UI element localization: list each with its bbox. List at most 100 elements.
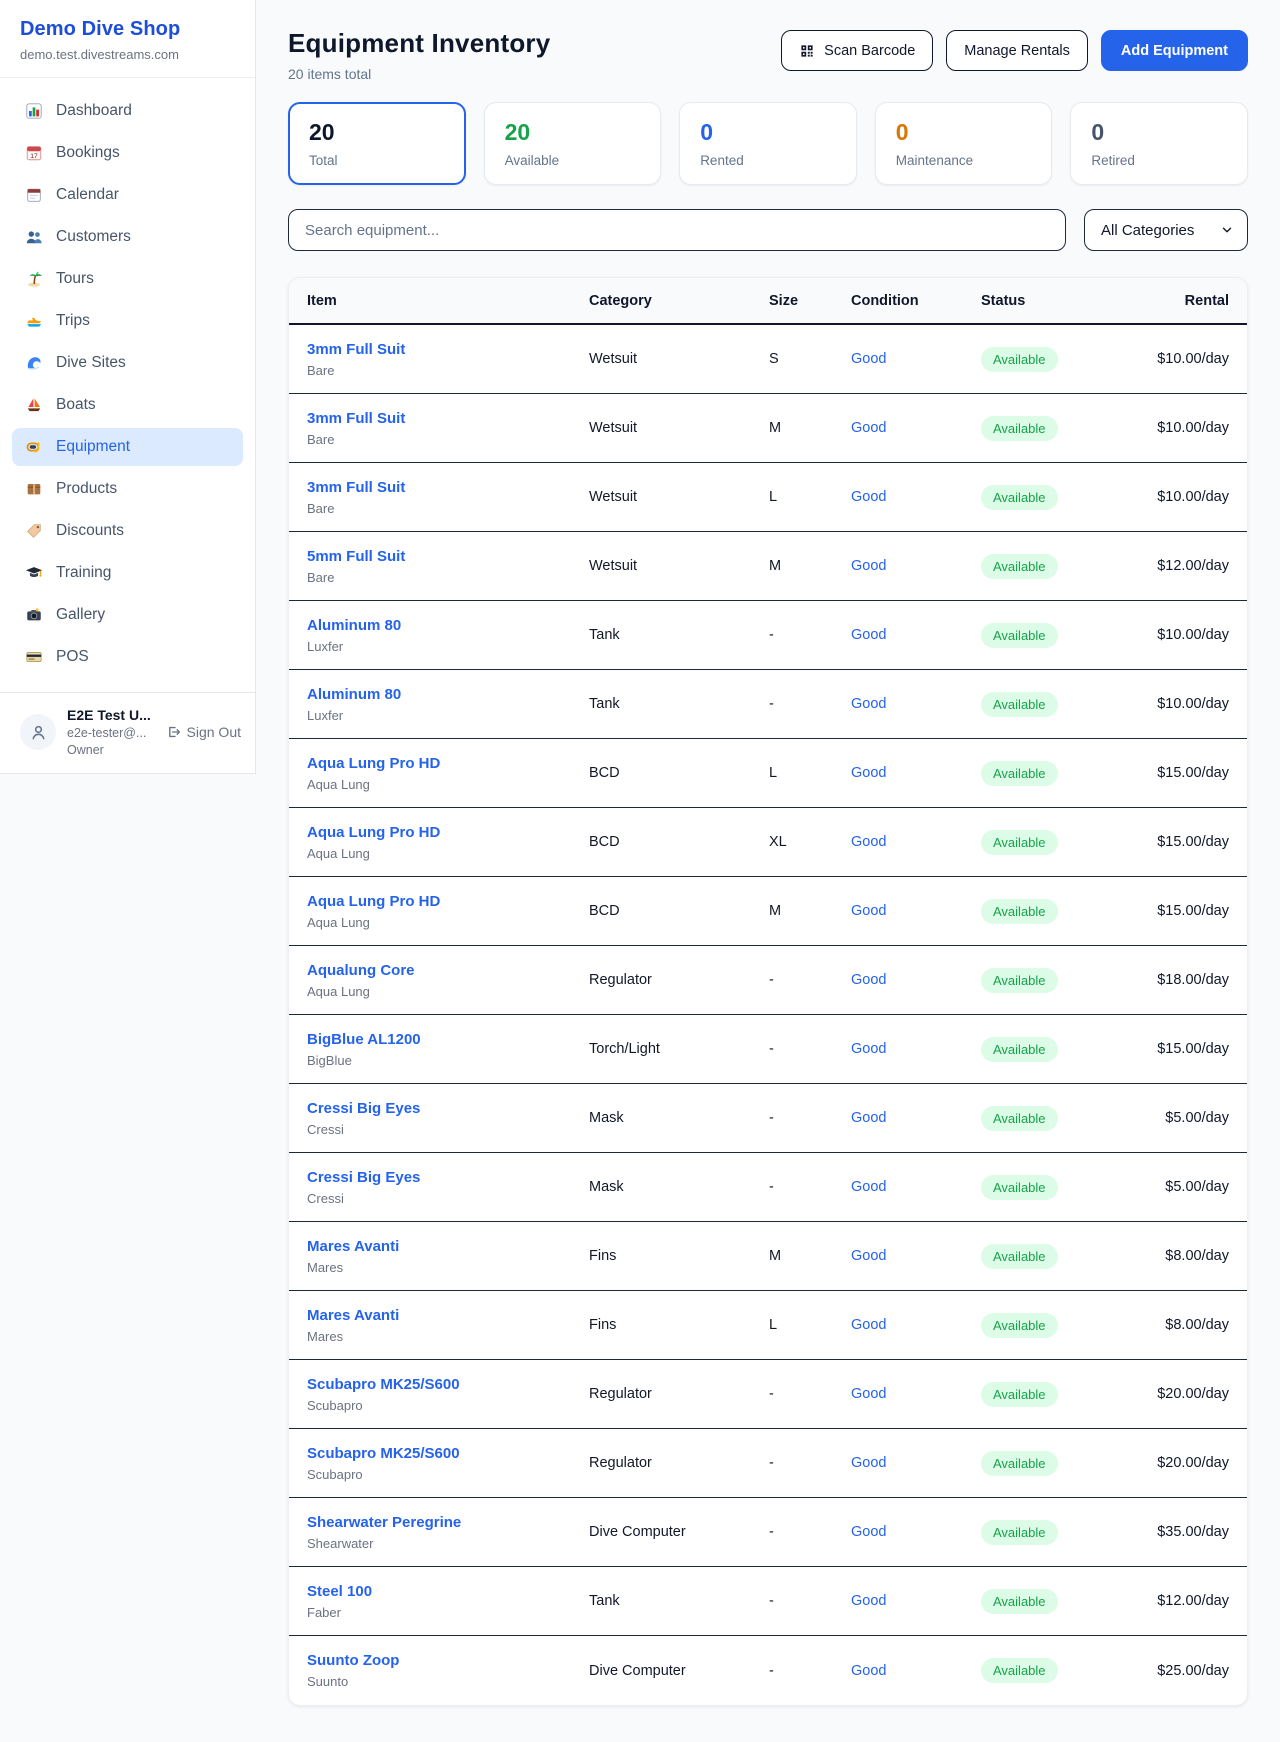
condition-link[interactable]: Good (851, 1593, 981, 1609)
condition-link[interactable]: Good (851, 834, 981, 850)
condition-link[interactable]: Good (851, 765, 981, 781)
condition-link[interactable]: Good (851, 696, 981, 712)
condition-link[interactable]: Good (851, 1317, 981, 1333)
equipment-name-link[interactable]: Aluminum 80 (307, 617, 589, 634)
item-cell: Cressi Big Eyes Cressi (307, 1169, 589, 1206)
sidebar-item-calendar[interactable]: Calendar (12, 176, 243, 214)
condition-link[interactable]: Good (851, 351, 981, 367)
sidebar-item-boats[interactable]: Boats (12, 386, 243, 424)
condition-link[interactable]: Good (851, 1110, 981, 1126)
equipment-name-link[interactable]: Cressi Big Eyes (307, 1169, 589, 1186)
category-select[interactable]: All Categories (1084, 209, 1248, 251)
shop-name[interactable]: Demo Dive Shop (20, 18, 235, 41)
equipment-name-link[interactable]: Aqua Lung Pro HD (307, 755, 589, 772)
stat-card[interactable]: 0 Rented (679, 102, 857, 185)
sailboat-icon (25, 396, 43, 414)
rental-cell: $20.00/day (1157, 1386, 1229, 1402)
item-cell: Scubapro MK25/S600 Scubapro (307, 1376, 589, 1413)
condition-link[interactable]: Good (851, 903, 981, 919)
status-badge: Available (981, 416, 1058, 441)
column-header-rental: Rental (1157, 293, 1229, 309)
sidebar-item-gallery[interactable]: Gallery (12, 596, 243, 634)
equipment-name-link[interactable]: BigBlue AL1200 (307, 1031, 589, 1048)
tag-icon (25, 522, 43, 540)
sidebar-item-products[interactable]: Products (12, 470, 243, 508)
table-row: Mares Avanti Mares Fins L Good Available… (289, 1291, 1247, 1360)
sidebar-item-training[interactable]: Training (12, 554, 243, 592)
sidebar-item-tours[interactable]: Tours (12, 260, 243, 298)
condition-link[interactable]: Good (851, 489, 981, 505)
equipment-name-link[interactable]: Mares Avanti (307, 1238, 589, 1255)
equipment-name-link[interactable]: 5mm Full Suit (307, 548, 589, 565)
stat-card[interactable]: 20 Total (288, 102, 466, 185)
condition-link[interactable]: Good (851, 1179, 981, 1195)
condition-link[interactable]: Good (851, 972, 981, 988)
equipment-name-link[interactable]: Cressi Big Eyes (307, 1100, 589, 1117)
add-equipment-button[interactable]: Add Equipment (1101, 30, 1248, 71)
equipment-name-link[interactable]: Aluminum 80 (307, 686, 589, 703)
sidebar-item-dashboard[interactable]: Dashboard (12, 92, 243, 130)
status-cell: Available (981, 761, 1157, 786)
rental-cell: $10.00/day (1157, 489, 1229, 505)
equipment-name-link[interactable]: Suunto Zoop (307, 1652, 589, 1669)
stat-card[interactable]: 0 Maintenance (875, 102, 1053, 185)
item-cell: Mares Avanti Mares (307, 1238, 589, 1275)
condition-link[interactable]: Good (851, 1386, 981, 1402)
equipment-name-link[interactable]: Mares Avanti (307, 1307, 589, 1324)
item-cell: BigBlue AL1200 BigBlue (307, 1031, 589, 1068)
sidebar-item-customers[interactable]: Customers (12, 218, 243, 256)
condition-link[interactable]: Good (851, 1663, 981, 1679)
equipment-brand: Cressi (307, 1191, 589, 1206)
status-badge: Available (981, 1520, 1058, 1545)
sign-out-button[interactable]: Sign Out (165, 724, 241, 740)
equipment-name-link[interactable]: Aqua Lung Pro HD (307, 824, 589, 841)
condition-link[interactable]: Good (851, 1455, 981, 1471)
stat-card[interactable]: 0 Retired (1070, 102, 1248, 185)
sidebar: Demo Dive Shop demo.test.divestreams.com… (0, 0, 256, 774)
condition-link[interactable]: Good (851, 1524, 981, 1540)
rental-cell: $10.00/day (1157, 627, 1229, 643)
sidebar-item-dive-sites[interactable]: Dive Sites (12, 344, 243, 382)
search-input[interactable] (288, 209, 1066, 251)
rental-cell: $12.00/day (1157, 558, 1229, 574)
item-cell: Aluminum 80 Luxfer (307, 617, 589, 654)
sidebar-item-pos[interactable]: POS (12, 638, 243, 676)
sidebar-item-bookings[interactable]: 17 Bookings (12, 134, 243, 172)
equipment-name-link[interactable]: Scubapro MK25/S600 (307, 1445, 589, 1462)
sidebar-item-discounts[interactable]: Discounts (12, 512, 243, 550)
scan-barcode-button[interactable]: Scan Barcode (781, 30, 933, 71)
size-cell: - (769, 627, 851, 643)
equipment-name-link[interactable]: Scubapro MK25/S600 (307, 1376, 589, 1393)
status-cell: Available (981, 830, 1157, 855)
status-cell: Available (981, 485, 1157, 510)
stat-card[interactable]: 20 Available (484, 102, 662, 185)
sidebar-item-equipment[interactable]: Equipment (12, 428, 243, 466)
equipment-name-link[interactable]: Shearwater Peregrine (307, 1514, 589, 1531)
equipment-name-link[interactable]: 3mm Full Suit (307, 410, 589, 427)
column-header-category: Category (589, 293, 769, 309)
equipment-name-link[interactable]: 3mm Full Suit (307, 479, 589, 496)
item-cell: 3mm Full Suit Bare (307, 479, 589, 516)
equipment-name-link[interactable]: Aqua Lung Pro HD (307, 893, 589, 910)
manage-rentals-button[interactable]: Manage Rentals (946, 30, 1088, 71)
sign-out-label: Sign Out (187, 724, 241, 740)
condition-link[interactable]: Good (851, 420, 981, 436)
sidebar-item-label: Boats (56, 396, 96, 414)
item-cell: Aqua Lung Pro HD Aqua Lung (307, 893, 589, 930)
condition-link[interactable]: Good (851, 1248, 981, 1264)
equipment-name-link[interactable]: 3mm Full Suit (307, 341, 589, 358)
rental-cell: $15.00/day (1157, 765, 1229, 781)
condition-link[interactable]: Good (851, 1041, 981, 1057)
category-cell: BCD (589, 765, 769, 781)
equipment-name-link[interactable]: Steel 100 (307, 1583, 589, 1600)
equipment-name-link[interactable]: Aqualung Core (307, 962, 589, 979)
status-cell: Available (981, 1520, 1157, 1545)
category-cell: Wetsuit (589, 351, 769, 367)
condition-link[interactable]: Good (851, 627, 981, 643)
sidebar-item-trips[interactable]: Trips (12, 302, 243, 340)
condition-link[interactable]: Good (851, 558, 981, 574)
rental-cell: $15.00/day (1157, 834, 1229, 850)
category-cell: Regulator (589, 972, 769, 988)
size-cell: - (769, 1524, 851, 1540)
size-cell: M (769, 903, 851, 919)
